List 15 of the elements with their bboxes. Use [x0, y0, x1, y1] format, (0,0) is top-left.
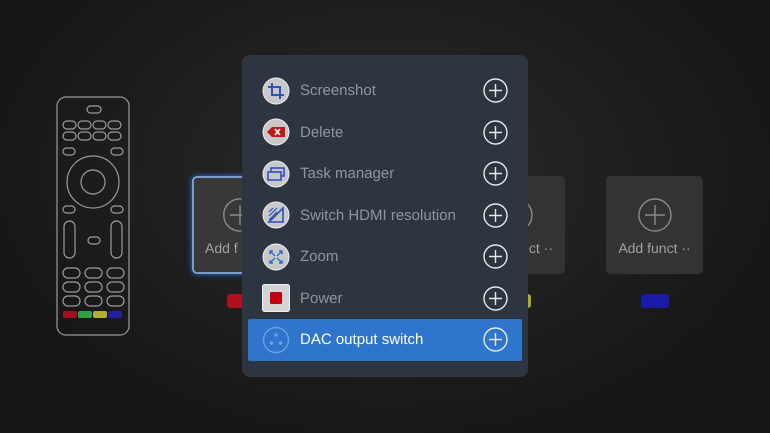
menu-item[interactable]: Power — [248, 278, 522, 319]
expand-icon — [262, 242, 290, 271]
delete-icon — [262, 118, 290, 146]
function-card[interactable]: Add funct ·· — [606, 176, 703, 274]
card-label: Add f — [205, 240, 238, 256]
connector-icon — [262, 326, 290, 354]
menu-item[interactable]: DAC output switch — [248, 319, 522, 360]
crop-icon — [262, 76, 290, 105]
windows-icon — [262, 160, 290, 188]
menu-item[interactable]: Delete — [248, 112, 522, 153]
menu-item[interactable]: Screenshot — [248, 70, 522, 112]
resolution-icon — [262, 201, 290, 230]
card-label: ct ·· — [528, 240, 553, 256]
stop-icon — [262, 284, 290, 312]
card-label: Add funct ·· — [618, 240, 691, 256]
